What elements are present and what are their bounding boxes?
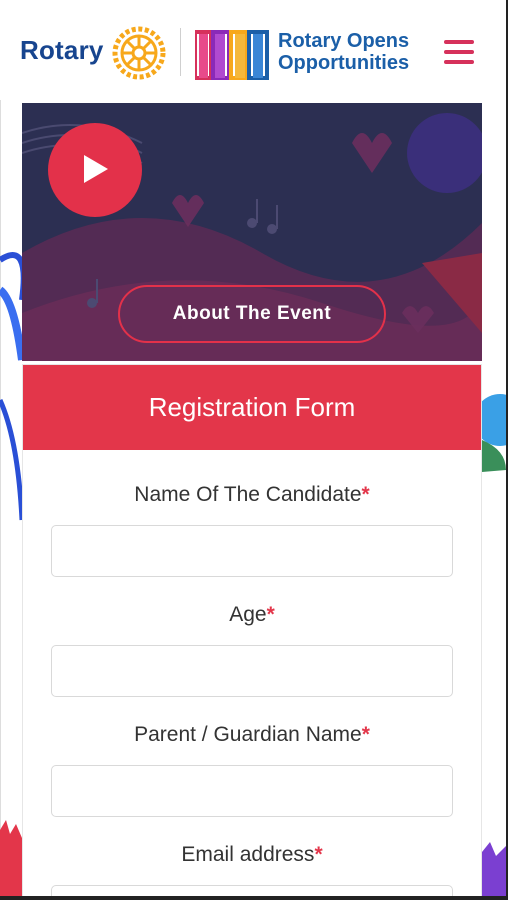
age-field: Age* — [51, 603, 453, 697]
form-title: Registration Form — [23, 365, 481, 450]
tagline-line1: Rotary Opens — [278, 30, 410, 52]
required-mark: * — [361, 723, 370, 746]
opportunities-doors-icon — [195, 30, 269, 80]
candidate-name-field: Name Of The Candidate* — [51, 483, 453, 577]
age-input[interactable] — [51, 645, 453, 697]
device-frame-bottom — [0, 896, 508, 900]
guardian-name-input[interactable] — [51, 765, 453, 817]
registration-form: Registration Form Name Of The Candidate*… — [22, 364, 482, 900]
hamburger-icon[interactable] — [444, 40, 474, 66]
hamburger-bar — [444, 40, 474, 44]
bottom-right-decoration — [482, 840, 506, 900]
candidate-name-input[interactable] — [51, 525, 453, 577]
hamburger-bar — [444, 60, 474, 64]
hamburger-bar — [444, 50, 474, 54]
field-label: Parent / Guardian Name* — [134, 723, 370, 746]
tagline-line2: Opportunities — [278, 52, 410, 74]
required-mark: * — [314, 843, 323, 866]
rotary-wheel-icon — [112, 26, 166, 80]
event-video-banner[interactable]: About The Event — [22, 103, 482, 361]
email-field: Email address* — [51, 843, 453, 900]
required-mark: * — [266, 603, 275, 626]
field-label: Email address* — [181, 843, 323, 866]
play-icon — [84, 155, 108, 183]
field-label: Age* — [229, 603, 275, 626]
guardian-name-field: Parent / Guardian Name* — [51, 723, 453, 817]
header-divider — [180, 28, 181, 76]
site-header: Rotary Rotary Opens Opportunities — [0, 0, 506, 100]
required-mark: * — [361, 483, 370, 506]
about-the-event-button[interactable]: About The Event — [118, 285, 386, 343]
tagline: Rotary Opens Opportunities — [278, 30, 409, 74]
bottom-left-decoration — [0, 820, 22, 900]
play-button[interactable] — [48, 123, 142, 217]
field-label: Name Of The Candidate* — [134, 483, 370, 506]
rotary-logo-text[interactable]: Rotary — [20, 35, 104, 66]
